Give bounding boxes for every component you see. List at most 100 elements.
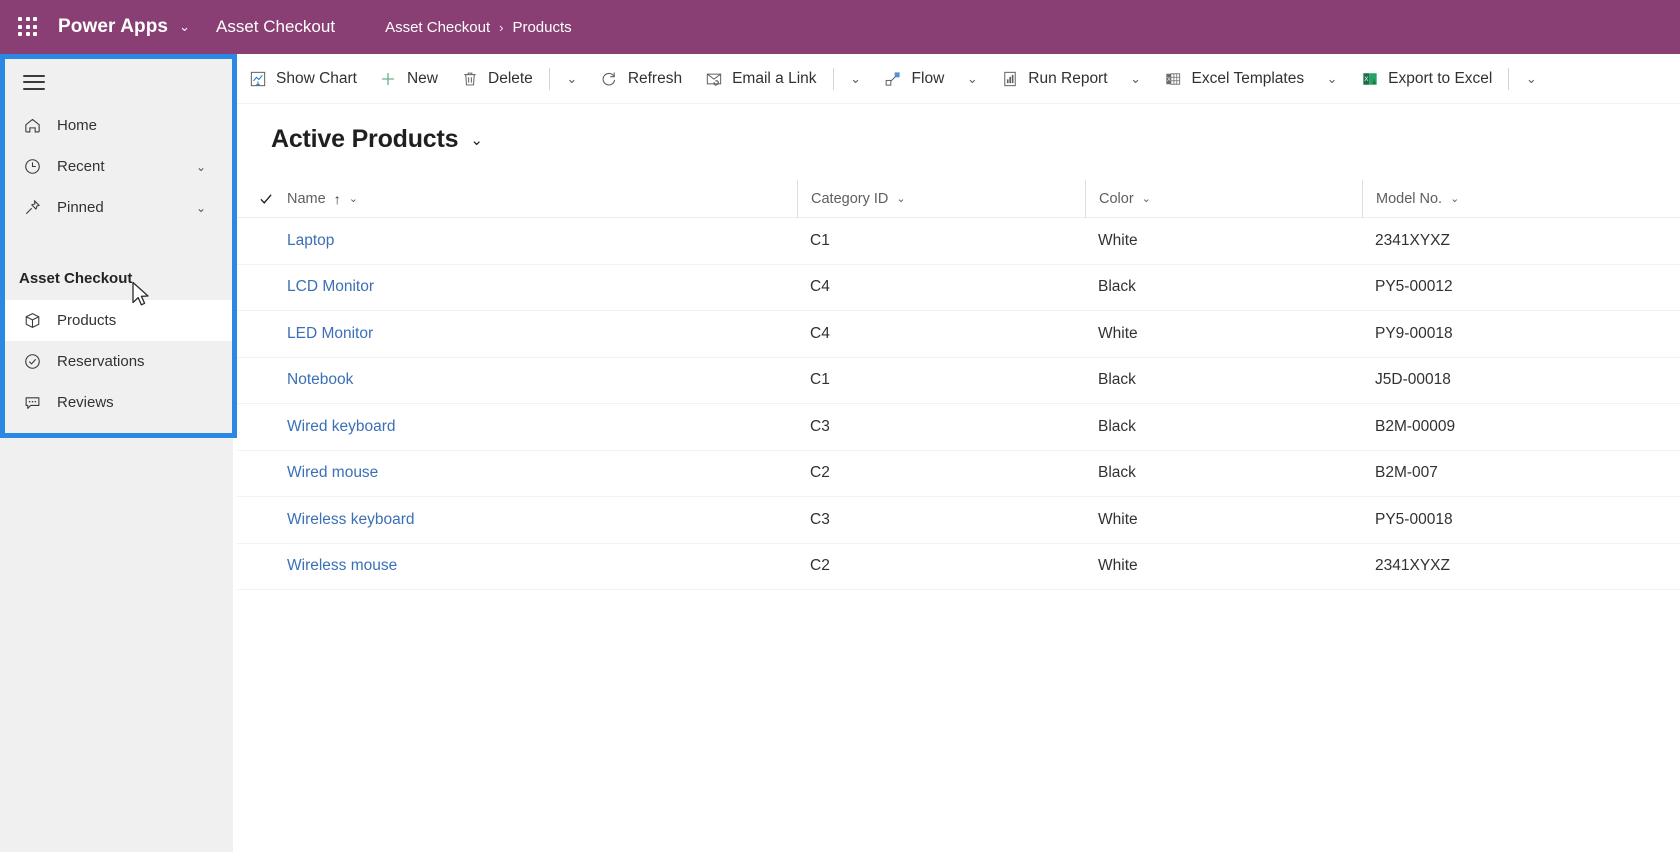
main-content: Active Products ⌄ Name ↑ ⌄ Category ID ⌄…: [237, 104, 1680, 852]
sidebar-item-reviews[interactable]: Reviews: [5, 382, 232, 423]
home-icon: [21, 115, 43, 137]
flow-icon: [884, 69, 903, 88]
chevron-down-icon[interactable]: ⌄: [196, 201, 220, 215]
command-label: Export to Excel: [1388, 69, 1493, 87]
table-row[interactable]: Laptop C1 White 2341XYXZ: [237, 218, 1680, 265]
delete-button[interactable]: Delete: [449, 54, 544, 103]
clock-icon: [21, 156, 43, 178]
table-row[interactable]: Notebook C1 Black J5D-00018: [237, 358, 1680, 404]
command-bar: Show Chart New Delete ⌄ Refresh Email a …: [237, 54, 1680, 104]
delete-overflow-chevron-icon[interactable]: ⌄: [555, 54, 589, 103]
chevron-down-icon[interactable]: ⌄: [470, 131, 483, 149]
cell-color: Black: [1098, 278, 1136, 296]
cell-name[interactable]: Wireless mouse: [287, 557, 797, 575]
cell-model-no: J5D-00018: [1375, 371, 1451, 389]
chevron-down-icon[interactable]: ⌄: [196, 160, 220, 174]
command-label: Email a Link: [732, 69, 817, 87]
column-label: Color: [1099, 190, 1134, 207]
column-header-color[interactable]: Color ⌄: [1085, 179, 1362, 218]
chevron-down-icon[interactable]: ⌄: [896, 192, 905, 205]
excel-template-icon: X: [1164, 69, 1183, 88]
flow-chevron-icon[interactable]: ⌄: [955, 54, 989, 103]
excel-templates-chevron-icon[interactable]: ⌄: [1315, 54, 1349, 103]
excel-export-icon: X: [1360, 69, 1379, 88]
sitemap-nav: Home Recent ⌄ Pinned ⌄ Asset Checkout Pr…: [0, 54, 237, 852]
sidebar-item-recent[interactable]: Recent ⌄: [5, 146, 232, 187]
sidebar-item-home[interactable]: Home: [5, 105, 232, 146]
report-icon: [1000, 69, 1019, 88]
new-button[interactable]: New: [368, 54, 449, 103]
cell-name[interactable]: Notebook: [287, 371, 797, 389]
app-launcher-icon[interactable]: [18, 17, 38, 37]
table-row[interactable]: Wireless mouse C2 White 2341XYXZ: [237, 544, 1680, 590]
app-header: Power Apps ⌄ Asset Checkout Asset Checko…: [0, 0, 1680, 54]
check-circle-icon: [21, 351, 43, 373]
chevron-down-icon[interactable]: ⌄: [349, 192, 358, 205]
run-report-button[interactable]: Run Report: [989, 54, 1118, 103]
sidebar-item-products[interactable]: Products: [5, 300, 232, 341]
column-header-model-no[interactable]: Model No. ⌄: [1362, 179, 1652, 218]
command-separator: [1508, 67, 1510, 90]
column-label: Model No.: [1376, 190, 1443, 207]
svg-text:X: X: [1167, 77, 1171, 83]
sidebar-item-label: Products: [57, 312, 117, 329]
sidebar-item-pinned[interactable]: Pinned ⌄: [5, 187, 232, 228]
show-chart-button[interactable]: Show Chart: [237, 54, 368, 103]
chevron-down-icon[interactable]: ⌄: [1450, 192, 1459, 205]
cell-category-id: C4: [810, 324, 830, 342]
cell-name[interactable]: LED Monitor: [287, 325, 797, 343]
view-selector[interactable]: Active Products ⌄: [271, 125, 483, 154]
pin-icon: [21, 197, 43, 219]
cell-model-no: B2M-00009: [1375, 417, 1456, 435]
command-label: Excel Templates: [1191, 69, 1305, 87]
cell-name[interactable]: Wireless keyboard: [287, 511, 797, 529]
command-overflow-chevron-icon[interactable]: ⌄: [1514, 54, 1548, 103]
table-row[interactable]: Wired mouse C2 Black B2M-007: [237, 451, 1680, 497]
cell-name[interactable]: Wired mouse: [287, 464, 797, 482]
data-grid: Name ↑ ⌄ Category ID ⌄ Color ⌄ Model No.…: [237, 179, 1680, 590]
sidebar-item-reservations[interactable]: Reservations: [5, 341, 232, 382]
excel-templates-button[interactable]: X Excel Templates: [1153, 54, 1316, 103]
column-header-name[interactable]: Name ↑ ⌄: [287, 180, 797, 218]
sidebar-item-label: Reservations: [57, 353, 145, 370]
chevron-down-icon[interactable]: ⌄: [1142, 192, 1151, 205]
cell-color: Black: [1098, 371, 1136, 389]
cell-color: Black: [1098, 417, 1136, 435]
breadcrumb-current: Products: [512, 18, 572, 36]
refresh-icon: [600, 69, 619, 88]
cell-name[interactable]: LCD Monitor: [287, 278, 797, 296]
chevron-down-icon[interactable]: ⌄: [179, 19, 190, 35]
refresh-button[interactable]: Refresh: [589, 54, 693, 103]
cell-model-no: B2M-007: [1375, 464, 1438, 482]
export-to-excel-button[interactable]: X Export to Excel: [1349, 54, 1503, 103]
cell-name[interactable]: Wired keyboard: [287, 418, 797, 436]
grid-header-row: Name ↑ ⌄ Category ID ⌄ Color ⌄ Model No.…: [237, 179, 1680, 218]
cell-color: White: [1098, 510, 1138, 528]
email-overflow-chevron-icon[interactable]: ⌄: [839, 54, 873, 103]
cell-category-id: C2: [810, 464, 830, 482]
command-label: New: [406, 69, 438, 87]
flow-button[interactable]: Flow: [873, 54, 956, 103]
sidebar-group-label: Asset Checkout: [19, 269, 133, 287]
command-label: Delete: [488, 69, 533, 87]
sitemap-focus-ring: Home Recent ⌄ Pinned ⌄ Asset Checkout Pr…: [0, 54, 237, 438]
breadcrumb-root[interactable]: Asset Checkout: [385, 19, 490, 36]
table-row[interactable]: LCD Monitor C4 Black PY5-00012: [237, 265, 1680, 311]
command-label: Show Chart: [276, 69, 357, 87]
cell-model-no: PY5-00012: [1375, 278, 1453, 296]
run-report-chevron-icon[interactable]: ⌄: [1119, 54, 1153, 103]
cell-category-id: C4: [810, 278, 830, 296]
nav-collapse-button[interactable]: [5, 59, 232, 105]
command-label: Flow: [911, 69, 945, 87]
select-all-checkbox[interactable]: [258, 191, 287, 207]
hamburger-icon: [23, 74, 45, 90]
table-row[interactable]: Wired keyboard C3 Black B2M-00009: [237, 404, 1680, 451]
table-row[interactable]: LED Monitor C4 White PY9-00018: [237, 311, 1680, 358]
table-row[interactable]: Wireless keyboard C3 White PY5-00018: [237, 497, 1680, 544]
sidebar-item-label: Home: [57, 117, 98, 134]
cell-color: White: [1098, 557, 1138, 575]
email-a-link-button[interactable]: Email a Link: [693, 54, 827, 103]
cell-name[interactable]: Laptop: [287, 232, 797, 250]
column-header-category-id[interactable]: Category ID ⌄: [797, 179, 1085, 218]
column-label: Category ID: [811, 190, 889, 207]
